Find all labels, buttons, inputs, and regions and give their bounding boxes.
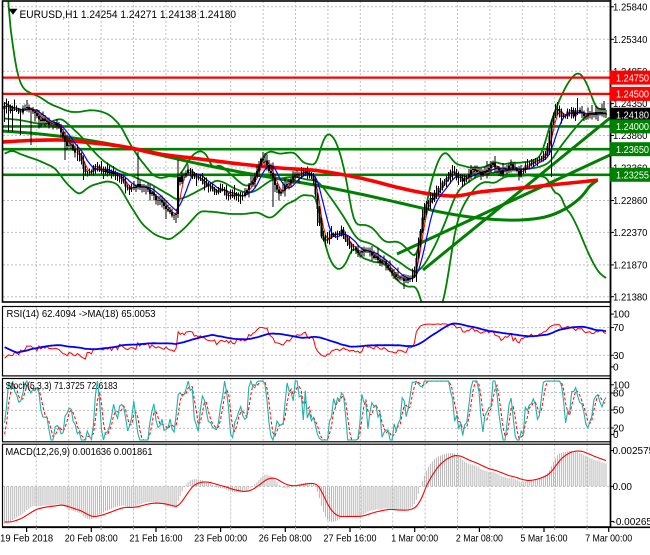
svg-text:-0.0026545: -0.0026545: [613, 517, 650, 528]
svg-text:1.21870: 1.21870: [613, 261, 648, 272]
svg-text:1 Mar 00:00: 1 Mar 00:00: [391, 534, 438, 545]
svg-text:Stoch(5,3,3) 71.3725 72.6183: Stoch(5,3,3) 71.3725 72.6183: [6, 381, 118, 392]
svg-text:30: 30: [613, 351, 625, 362]
svg-text:0.00: 0.00: [613, 482, 633, 493]
svg-text:0: 0: [613, 430, 619, 441]
svg-text:1.22860: 1.22860: [613, 196, 648, 207]
svg-text:23 Feb 00:00: 23 Feb 00:00: [194, 534, 247, 545]
svg-text:27 Feb 16:00: 27 Feb 16:00: [324, 534, 377, 545]
svg-text:1.21380: 1.21380: [613, 292, 648, 303]
svg-text:5 Mar 16:00: 5 Mar 16:00: [521, 534, 568, 545]
svg-text:0.0025754: 0.0025754: [613, 446, 650, 457]
svg-text:70: 70: [613, 323, 625, 334]
svg-text:1.23255: 1.23255: [616, 171, 649, 182]
svg-text:EURUSD,H1 1.24254 1.24271 1.2: EURUSD,H1 1.24254 1.24271 1.24138 1.2418…: [20, 9, 237, 21]
svg-text:26 Feb 08:00: 26 Feb 08:00: [259, 534, 312, 545]
svg-text:20 Feb 08:00: 20 Feb 08:00: [65, 534, 118, 545]
svg-text:0: 0: [613, 363, 619, 374]
svg-text:7 Mar 00:00: 7 Mar 00:00: [585, 534, 632, 545]
svg-text:2 Mar 08:00: 2 Mar 08:00: [456, 534, 503, 545]
svg-text:1.24500: 1.24500: [616, 90, 649, 101]
svg-text:50: 50: [613, 406, 625, 417]
svg-text:1.24750: 1.24750: [616, 73, 649, 84]
svg-text:80: 80: [613, 389, 625, 400]
svg-text:1.25340: 1.25340: [613, 35, 648, 46]
svg-text:1.24000: 1.24000: [616, 122, 649, 133]
svg-text:19 Feb 2018: 19 Feb 2018: [0, 534, 53, 545]
svg-text:RSI(14) 62.4094 ->MA(18) 65.0: RSI(14) 62.4094 ->MA(18) 65.0053: [7, 309, 156, 320]
svg-text:MACD(12,26,9) 0.001636 0.00186: MACD(12,26,9) 0.001636 0.001861: [6, 447, 153, 458]
svg-text:1.23650: 1.23650: [616, 145, 649, 156]
svg-text:1.22370: 1.22370: [613, 228, 648, 239]
svg-text:21 Feb 16:00: 21 Feb 16:00: [130, 534, 183, 545]
svg-text:1.25840: 1.25840: [613, 2, 648, 13]
svg-text:100: 100: [613, 310, 630, 321]
